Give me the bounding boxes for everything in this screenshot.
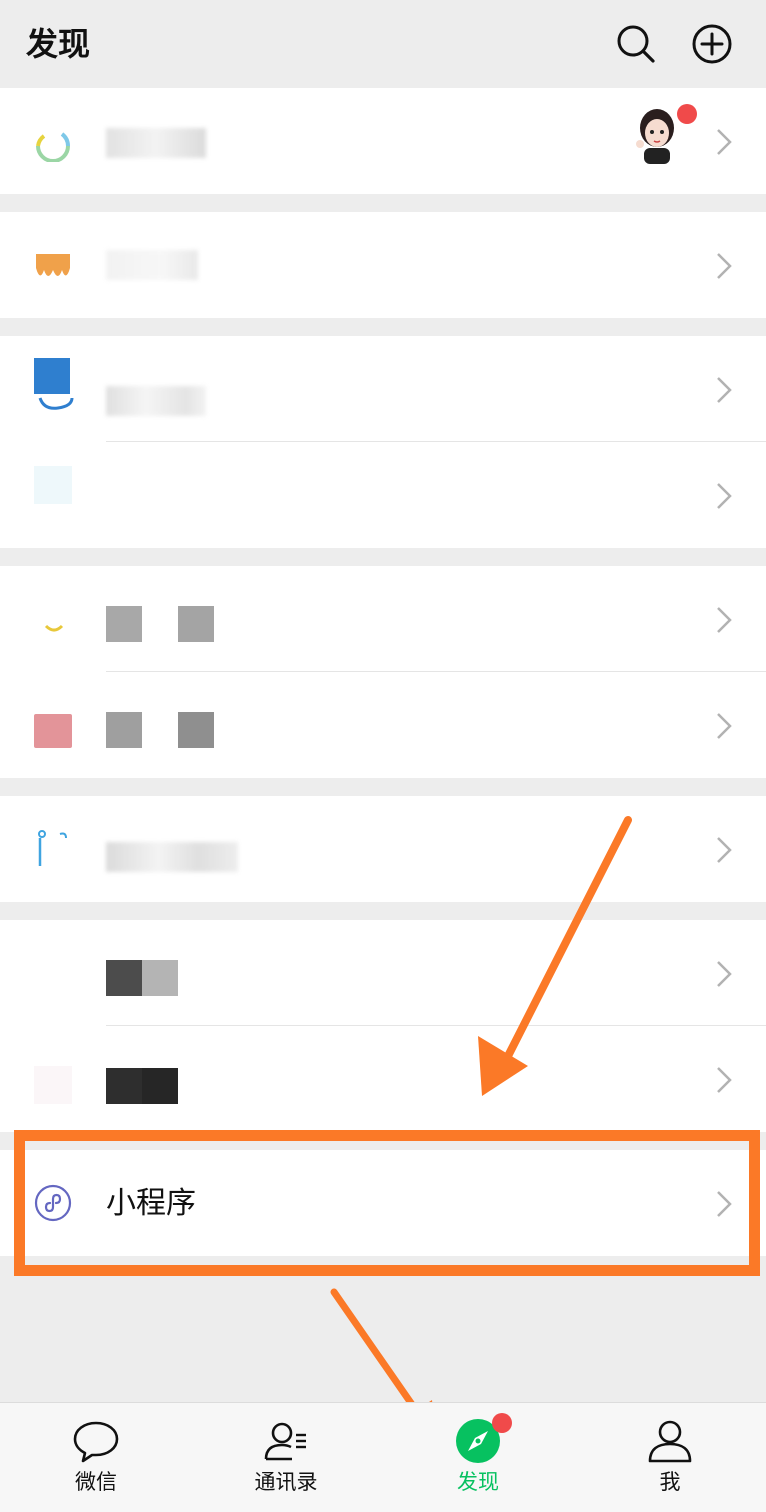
header: 发现 <box>0 0 766 88</box>
tab-label: 发现 <box>457 1470 499 1494</box>
tab-me[interactable]: 我 <box>610 1403 730 1512</box>
people-nearby-icon <box>38 830 67 866</box>
chevron-right-icon <box>717 607 732 633</box>
top-stories-icon <box>44 624 64 632</box>
obscured-label <box>106 960 142 996</box>
obscured-label <box>106 1068 142 1104</box>
chevron-right-icon <box>717 253 732 279</box>
obscured-label <box>178 712 214 748</box>
discover-badge <box>492 1413 512 1433</box>
list-item-top-stories[interactable] <box>0 566 766 672</box>
search-feature-icon <box>34 714 72 748</box>
tab-contacts[interactable]: 通讯录 <box>226 1403 346 1512</box>
obscured-label <box>178 606 214 642</box>
list-item-shopping[interactable] <box>0 920 766 1026</box>
tab-label: 微信 <box>75 1470 117 1494</box>
chat-bubble-icon <box>73 1421 119 1463</box>
obscured-label <box>106 606 142 642</box>
list-item-scan[interactable] <box>0 336 766 442</box>
obscured-label <box>142 1068 178 1104</box>
chevron-right-icon <box>717 129 732 155</box>
obscured-label <box>106 712 142 748</box>
tab-label: 我 <box>659 1470 681 1494</box>
scan-icon <box>34 358 74 410</box>
channels-icon <box>36 254 70 276</box>
games-icon <box>34 1066 72 1104</box>
list-item-games[interactable] <box>0 1026 766 1132</box>
list-item-shake[interactable] <box>0 442 766 548</box>
chevron-right-icon <box>717 1191 732 1217</box>
chevron-right-icon <box>717 377 732 403</box>
plus-circle-icon[interactable] <box>690 22 734 66</box>
chevron-right-icon <box>717 961 732 987</box>
shake-icon <box>34 466 72 504</box>
obscured-label <box>106 386 206 416</box>
search-icon[interactable] <box>614 22 658 66</box>
page-title: 发现 <box>26 25 91 63</box>
mini-program-label: 小程序 <box>106 1186 196 1221</box>
list-item-nearby[interactable] <box>0 796 766 902</box>
list-item-channels[interactable] <box>0 212 766 318</box>
obscured-label <box>142 960 178 996</box>
chevron-right-icon <box>717 837 732 863</box>
avatar <box>636 109 674 164</box>
tab-discover[interactable]: 发现 <box>418 1403 538 1512</box>
chevron-right-icon <box>717 1067 732 1093</box>
obscured-label <box>106 250 198 280</box>
bottom-tab-bar: 微信 通讯录 发现 我 <box>0 1402 766 1512</box>
obscured-label <box>106 842 238 872</box>
person-icon <box>648 1420 692 1463</box>
chevron-right-icon <box>717 713 732 739</box>
unread-badge <box>677 104 697 124</box>
list-item-moments[interactable] <box>0 88 766 194</box>
contacts-icon <box>264 1422 306 1461</box>
obscured-label <box>106 128 206 158</box>
tab-label: 通讯录 <box>254 1470 318 1494</box>
mini-program-icon <box>34 1184 72 1222</box>
list-item-mini-programs[interactable]: 小程序 <box>0 1150 766 1256</box>
moments-icon <box>36 132 70 162</box>
tab-chats[interactable]: 微信 <box>36 1403 156 1512</box>
discover-page: 发现 小程序 微信 通讯录 发现 我 <box>0 0 766 1512</box>
list-item-search[interactable] <box>0 672 766 778</box>
chevron-right-icon <box>717 483 732 509</box>
